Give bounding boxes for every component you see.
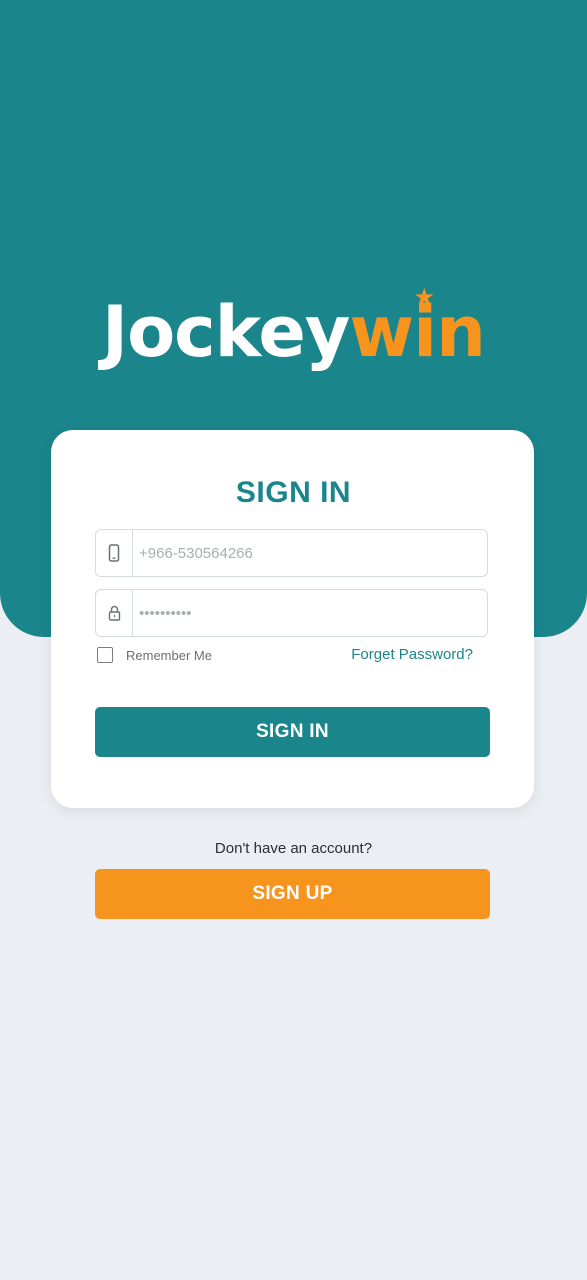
logo-text-main: Jockey (102, 291, 350, 373)
forgot-password-link[interactable]: Forget Password? (351, 646, 473, 663)
phone-field[interactable] (95, 529, 488, 577)
logo-text-accent: win ★ (349, 285, 485, 373)
signin-title: SIGN IN (235, 476, 352, 509)
remember-me[interactable]: Remember Me (97, 647, 212, 663)
phone-input[interactable] (133, 530, 483, 576)
brand-logo: Jockeywin ★ (0, 285, 587, 373)
remember-me-label: Remember Me (126, 647, 212, 663)
no-account-prompt: Don't have an account? (214, 840, 373, 857)
mobile-phone-icon (96, 530, 133, 576)
signup-button[interactable]: SIGN UP (95, 869, 490, 919)
logo-star-icon: ★ (413, 283, 434, 311)
remember-me-checkbox[interactable] (97, 647, 113, 663)
password-input[interactable] (133, 590, 483, 636)
password-field[interactable] (95, 589, 488, 637)
signin-button[interactable]: SIGN IN (95, 707, 490, 757)
lock-icon (96, 590, 133, 636)
